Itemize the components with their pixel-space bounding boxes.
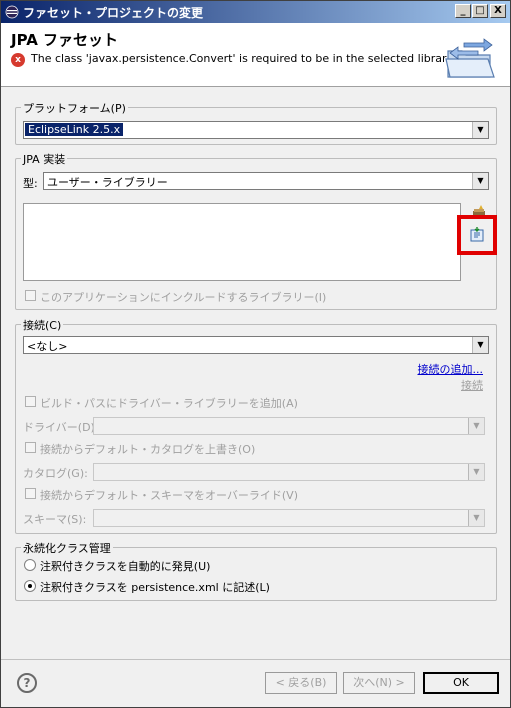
chevron-down-icon: ▼ bbox=[468, 418, 484, 434]
chevron-down-icon: ▼ bbox=[472, 173, 488, 189]
help-icon[interactable]: ? bbox=[17, 673, 37, 693]
radio-auto-discover-label: 注釈付きクラスを自動的に発見(U) bbox=[40, 560, 211, 573]
platform-group-label: プラットフォーム(P) bbox=[21, 100, 128, 116]
connection-select[interactable]: <なし> ▼ bbox=[23, 336, 489, 354]
radio-list-in-persistence[interactable] bbox=[24, 580, 36, 592]
dialog-window: ファセット・プロジェクトの変更 _ □ X JPA ファセット x The cl… bbox=[0, 0, 511, 708]
radio-list-in-persistence-label: 注釈付きクラスを persistence.xml に記述(L) bbox=[40, 581, 270, 594]
minimize-button[interactable]: _ bbox=[455, 4, 471, 18]
page-title: JPA ファセット bbox=[11, 31, 119, 49]
driver-label: ドライバー(D): bbox=[23, 421, 99, 434]
jpa-implementation-group-label: JPA 実装 bbox=[21, 151, 68, 167]
footer-divider bbox=[1, 659, 510, 660]
window-title: ファセット・プロジェクトの変更 bbox=[23, 6, 204, 20]
type-label: 型: bbox=[23, 177, 38, 190]
maximize-button[interactable]: □ bbox=[472, 4, 488, 18]
eclipse-icon bbox=[5, 5, 19, 19]
platform-select-value: EclipseLink 2.5.x bbox=[25, 123, 124, 136]
override-catalog-label: 接続からデフォルト・カタログを上書き(O) bbox=[40, 443, 256, 456]
driver-select[interactable]: ▼ bbox=[93, 417, 485, 435]
connection-select-value: <なし> bbox=[27, 340, 68, 353]
add-driver-checkbox[interactable] bbox=[25, 396, 36, 407]
ok-button[interactable]: OK bbox=[423, 672, 499, 694]
connection-group-label: 接続(C) bbox=[21, 317, 64, 333]
download-library-icon[interactable] bbox=[469, 227, 485, 243]
catalog-select[interactable]: ▼ bbox=[93, 463, 485, 481]
override-schema-label: 接続からデフォルト・スキーマをオーバーライド(V) bbox=[40, 489, 298, 502]
override-catalog-checkbox[interactable] bbox=[25, 442, 36, 453]
back-button[interactable]: < 戻る(B) bbox=[265, 672, 337, 694]
chevron-down-icon: ▼ bbox=[468, 464, 484, 480]
title-bar: ファセット・プロジェクトの変更 _ □ X bbox=[1, 1, 510, 23]
close-button[interactable]: X bbox=[490, 4, 506, 18]
schema-label: スキーマ(S): bbox=[23, 513, 87, 526]
chevron-down-icon: ▼ bbox=[472, 122, 488, 138]
add-connection-link[interactable]: 接続の追加... bbox=[418, 361, 484, 377]
include-library-label: このアプリケーションにインクルードするライブラリー(I) bbox=[40, 291, 327, 304]
catalog-label: カタログ(G): bbox=[23, 467, 88, 480]
chevron-down-icon: ▼ bbox=[472, 337, 488, 353]
chevron-down-icon: ▼ bbox=[468, 510, 484, 526]
folder-arrows-icon bbox=[445, 38, 495, 78]
platform-select[interactable]: EclipseLink 2.5.x ▼ bbox=[23, 121, 489, 139]
type-select[interactable]: ユーザー・ライブラリー ▼ bbox=[43, 172, 489, 190]
include-library-checkbox[interactable] bbox=[25, 290, 36, 301]
error-icon: x bbox=[11, 53, 25, 67]
connect-link[interactable]: 接続 bbox=[461, 377, 483, 393]
error-message: The class 'javax.persistence.Convert' is… bbox=[31, 52, 466, 65]
radio-auto-discover[interactable] bbox=[24, 559, 36, 571]
override-schema-checkbox[interactable] bbox=[25, 488, 36, 499]
schema-select[interactable]: ▼ bbox=[93, 509, 485, 527]
library-list[interactable] bbox=[23, 203, 461, 281]
type-select-value: ユーザー・ライブラリー bbox=[47, 176, 168, 189]
header-banner: JPA ファセット x The class 'javax.persistence… bbox=[1, 23, 510, 87]
add-driver-label: ビルド・パスにドライバー・ライブラリーを追加(A) bbox=[40, 397, 298, 410]
next-button[interactable]: 次へ(N) > bbox=[343, 672, 415, 694]
persistence-group-label: 永続化クラス管理 bbox=[21, 540, 113, 556]
